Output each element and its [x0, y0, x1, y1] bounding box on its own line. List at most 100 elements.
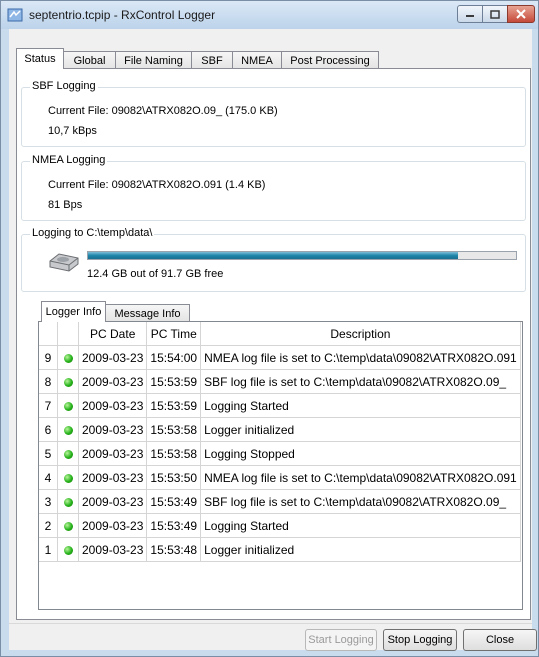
row-time: 15:53:50: [146, 465, 202, 490]
tab-logger-info[interactable]: Logger Info: [41, 301, 106, 322]
tab-nmea[interactable]: NMEA: [232, 51, 282, 69]
row-date: 2009-03-23: [78, 417, 148, 442]
table-row[interactable]: 1 2009-03-23 15:53:48 Logger initialized: [39, 537, 521, 562]
table-row[interactable]: 8 2009-03-23 15:53:59 SBF log file is set t…: [39, 369, 521, 394]
sbf-logging-group: SBF Logging: [21, 80, 526, 147]
status-ok-icon: [63, 521, 73, 531]
table-row[interactable]: 5 2009-03-23 15:53:58 Logging Stopped: [39, 441, 521, 466]
minimize-icon: [466, 15, 474, 17]
tab-global[interactable]: Global: [63, 51, 116, 69]
logging-path-label: Logging to C:\temp\data\: [30, 227, 155, 239]
row-status-cell: [57, 393, 79, 418]
tab-post-processing[interactable]: Post Processing: [281, 51, 379, 69]
row-number: 9: [39, 345, 58, 370]
title-bar[interactable]: septentrio.tcpip - RxControl Logger: [1, 1, 538, 29]
row-status-cell: [57, 345, 79, 370]
tab-file-naming[interactable]: File Naming: [115, 51, 192, 69]
window-title: septentrio.tcpip - RxControl Logger: [29, 8, 216, 22]
nmea-rate: 81 Bps: [48, 199, 83, 211]
table-row[interactable]: 4 2009-03-23 15:53:50 NMEA log file is set …: [39, 465, 521, 490]
row-status-cell: [57, 465, 79, 490]
row-number: 7: [39, 393, 58, 418]
row-number: 4: [39, 465, 58, 490]
info-tabs: Logger Info Message Info: [41, 301, 190, 322]
stop-logging-button[interactable]: Stop Logging: [383, 629, 457, 651]
row-date: 2009-03-23: [78, 465, 148, 490]
col-time-header[interactable]: PC Time: [146, 322, 202, 346]
nmea-current-file: Current File: 09082\ATRX082O.091 (1.4 KB…: [48, 179, 266, 191]
table-row[interactable]: 6 2009-03-23 15:53:58 Logger initialized: [39, 417, 521, 442]
log-table: PC Date PC Time Description 9 2009-03-23 1…: [39, 322, 521, 562]
table-row[interactable]: 7 2009-03-23 15:53:59 Logging Started: [39, 393, 521, 418]
table-row[interactable]: 3 2009-03-23 15:53:49 SBF log file is set t…: [39, 489, 521, 514]
maximize-button[interactable]: [482, 5, 508, 23]
row-time: 15:53:48: [146, 537, 202, 562]
row-number: 6: [39, 417, 58, 442]
tab-message-info[interactable]: Message Info: [105, 304, 190, 322]
status-ok-icon: [63, 473, 73, 483]
close-icon: [516, 9, 526, 19]
row-date: 2009-03-23: [78, 345, 148, 370]
status-ok-icon: [63, 497, 73, 507]
start-logging-button[interactable]: Start Logging: [305, 629, 377, 651]
row-number: 3: [39, 489, 58, 514]
col-description-header[interactable]: Description: [200, 322, 521, 346]
row-time: 15:53:58: [146, 441, 202, 466]
app-icon: [7, 8, 23, 22]
close-window-button[interactable]: [507, 5, 535, 23]
row-status-cell: [57, 441, 79, 466]
row-description: SBF log file is set to C:\temp\data\0908…: [200, 369, 521, 394]
row-description: Logger initialized: [200, 537, 521, 562]
logger-table: PC Date PC Time Description 9 2009-03-23 1…: [38, 321, 523, 610]
disk-usage-bar: [87, 251, 517, 260]
hard-drive-icon: [49, 253, 79, 272]
status-ok-icon: [63, 545, 73, 555]
footer-separator: [9, 623, 532, 624]
sbf-logging-label: SBF Logging: [30, 80, 98, 92]
col-number-header[interactable]: [39, 322, 58, 346]
row-status-cell: [57, 537, 79, 562]
tab-sbf[interactable]: SBF: [191, 51, 233, 69]
row-time: 15:53:49: [146, 489, 202, 514]
row-time: 15:53:59: [146, 393, 202, 418]
disk-free-text: 12.4 GB out of 91.7 GB free: [87, 268, 224, 280]
row-date: 2009-03-23: [78, 369, 148, 394]
status-ok-icon: [63, 449, 73, 459]
row-description: Logging Stopped: [200, 441, 521, 466]
minimize-button[interactable]: [457, 5, 483, 23]
table-row[interactable]: 9 2009-03-23 15:54:00 NMEA log file is set …: [39, 345, 521, 370]
row-status-cell: [57, 489, 79, 514]
status-ok-icon: [63, 377, 73, 387]
tab-status[interactable]: Status: [16, 48, 64, 69]
row-date: 2009-03-23: [78, 393, 148, 418]
table-row[interactable]: 2 2009-03-23 15:53:49 Logging Started: [39, 513, 521, 538]
nmea-logging-group: NMEA Logging: [21, 154, 526, 221]
row-time: 15:53:59: [146, 369, 202, 394]
status-ok-icon: [63, 353, 73, 363]
row-status-cell: [57, 417, 79, 442]
row-time: 15:53:49: [146, 513, 202, 538]
row-date: 2009-03-23: [78, 441, 148, 466]
row-date: 2009-03-23: [78, 513, 148, 538]
row-status-cell: [57, 369, 79, 394]
col-date-header[interactable]: PC Date: [78, 322, 148, 346]
disk-usage-fill: [88, 252, 459, 259]
table-header-row: PC Date PC Time Description: [39, 322, 521, 346]
disk-group: Logging to C:\temp\data\: [21, 227, 526, 292]
row-number: 2: [39, 513, 58, 538]
row-status-cell: [57, 513, 79, 538]
sbf-current-file: Current File: 09082\ATRX082O.09_ (175.0 …: [48, 105, 278, 117]
sbf-rate: 10,7 kBps: [48, 125, 97, 137]
row-time: 15:53:58: [146, 417, 202, 442]
status-ok-icon: [63, 401, 73, 411]
col-status-header[interactable]: [57, 322, 79, 346]
logger-window: septentrio.tcpip - RxControl Logger Stat…: [0, 0, 539, 657]
row-number: 1: [39, 537, 58, 562]
row-date: 2009-03-23: [78, 537, 148, 562]
row-date: 2009-03-23: [78, 489, 148, 514]
main-tabs: Status Global File Naming SBF NMEA Post …: [16, 48, 379, 69]
nmea-logging-label: NMEA Logging: [30, 154, 108, 166]
row-description: NMEA log file is set to C:\temp\data\090…: [200, 465, 521, 490]
row-description: SBF log file is set to C:\temp\data\0908…: [200, 489, 521, 514]
close-button[interactable]: Close: [463, 629, 537, 651]
